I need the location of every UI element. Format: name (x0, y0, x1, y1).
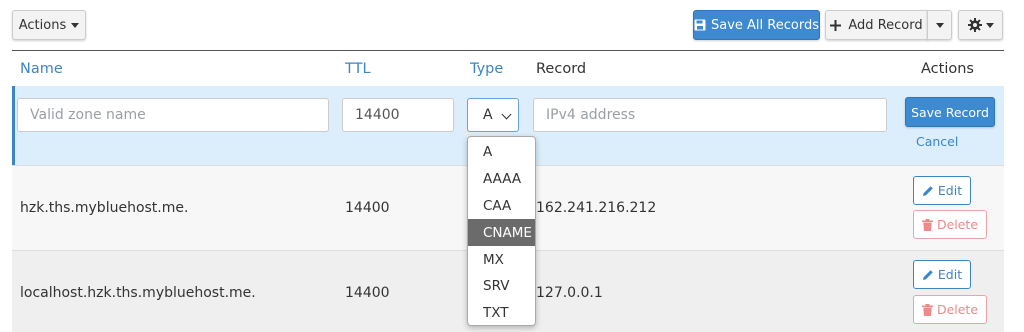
type-option-mx[interactable]: MX (468, 246, 535, 273)
cancel-link[interactable]: Cancel (916, 134, 958, 149)
delete-button-label: Delete (936, 302, 979, 317)
delete-button-label: Delete (936, 217, 979, 232)
record-ttl: 14400 (345, 285, 390, 301)
save-all-records-button[interactable]: Save All Records (693, 10, 820, 40)
save-record-button[interactable]: Save Record (905, 97, 995, 127)
column-header-name[interactable]: Name (20, 61, 63, 77)
record-input-placeholder: IPv4 address (546, 107, 636, 123)
record-name: hzk.ths.mybluehost.me. (20, 200, 189, 216)
type-select[interactable]: A (467, 98, 519, 132)
add-record-label: Add Record (848, 17, 923, 33)
table-header-divider (12, 50, 1004, 51)
column-header-type[interactable]: Type (470, 61, 503, 77)
pencil-icon (922, 185, 933, 196)
add-record-dropdown-toggle[interactable] (927, 10, 952, 40)
edit-button[interactable]: Edit (913, 260, 971, 289)
type-option-a[interactable]: A (468, 139, 535, 166)
column-header-ttl[interactable]: TTL (345, 61, 371, 77)
name-input[interactable]: Valid zone name (17, 98, 329, 132)
actions-dropdown-button[interactable]: Actions (12, 10, 86, 40)
settings-dropdown-button[interactable] (958, 10, 1003, 40)
caret-down-icon (71, 22, 80, 28)
record-ttl: 14400 (345, 200, 390, 216)
type-dropdown-menu: A AAAA CAA CNAME MX SRV TXT (467, 136, 536, 326)
type-option-txt[interactable]: TXT (468, 300, 535, 327)
ttl-input-value: 14400 (355, 107, 400, 123)
actions-button-label: Actions (18, 17, 67, 33)
column-header-actions: Actions (921, 61, 974, 77)
edit-button-label: Edit (937, 267, 963, 282)
ttl-input[interactable]: 14400 (342, 98, 454, 132)
edit-button-label: Edit (937, 183, 963, 198)
type-option-cname[interactable]: CNAME (468, 219, 535, 247)
trash-icon (921, 218, 933, 231)
record-input[interactable]: IPv4 address (533, 98, 887, 132)
record-value: 162.241.216.212 (536, 200, 657, 216)
record-value: 127.0.0.1 (536, 285, 603, 301)
type-select-value: A (483, 107, 493, 123)
column-header-record: Record (536, 61, 587, 77)
save-record-label: Save Record (911, 104, 989, 120)
caret-down-icon (985, 22, 994, 28)
pencil-icon (922, 269, 933, 280)
caret-down-icon (935, 22, 944, 28)
save-all-records-label: Save All Records (711, 17, 819, 33)
gear-icon (967, 18, 982, 32)
type-option-aaaa[interactable]: AAAA (468, 166, 535, 193)
trash-icon (921, 303, 933, 316)
floppy-disk-icon (694, 19, 706, 31)
add-record-button[interactable]: Add Record (825, 10, 928, 40)
chevron-down-icon (501, 109, 512, 120)
delete-button[interactable]: Delete (913, 295, 987, 324)
delete-button[interactable]: Delete (913, 210, 987, 239)
type-option-caa[interactable]: CAA (468, 193, 535, 220)
record-name: localhost.hzk.ths.mybluehost.me. (20, 285, 256, 301)
name-input-placeholder: Valid zone name (30, 107, 146, 123)
plus-icon (830, 19, 842, 31)
edit-button[interactable]: Edit (913, 176, 971, 205)
type-option-srv[interactable]: SRV (468, 273, 535, 300)
